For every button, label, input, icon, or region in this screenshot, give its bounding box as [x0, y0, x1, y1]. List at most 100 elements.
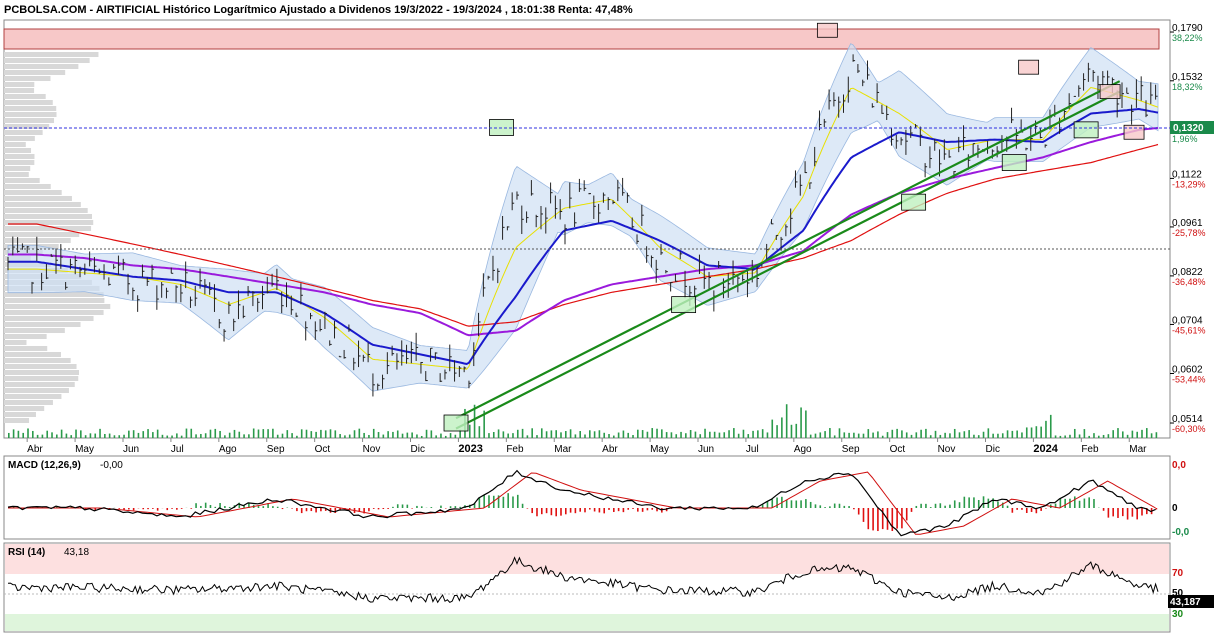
volume-bar: [1097, 435, 1100, 438]
volume-bar: [886, 432, 889, 438]
macd-histogram-bar: [396, 504, 399, 508]
macd-histogram-bar: [459, 506, 461, 508]
volume-bar: [444, 435, 447, 438]
macd-histogram-bar: [228, 506, 231, 508]
time-tick-label: Oct: [890, 444, 906, 455]
macd-histogram-bar: [1064, 498, 1066, 508]
macd-histogram-bar: [1021, 508, 1023, 510]
volume-bar: [190, 428, 193, 438]
volume-bar: [1059, 435, 1062, 438]
time-tick-label: Dic: [411, 444, 425, 455]
macd-histogram-bar: [1025, 508, 1028, 514]
macd-histogram-bar: [853, 508, 855, 510]
volume-bar: [238, 431, 241, 438]
macd-histogram-bar: [1126, 508, 1129, 520]
macd-histogram-bar: [622, 508, 625, 513]
current-price-label: 0,1320: [1173, 123, 1204, 134]
time-tick-label: 2023: [458, 443, 482, 455]
macd-histogram-bar: [1083, 498, 1086, 508]
macd-title: MACD (12,26,9): [8, 460, 81, 471]
profile-bar: [4, 76, 51, 81]
macd-histogram-bar: [392, 506, 394, 508]
profile-bar: [4, 106, 57, 111]
macd-histogram-bar: [809, 501, 812, 508]
time-tick-label: May: [650, 444, 669, 455]
volume-bar: [656, 428, 658, 438]
profile-bar: [4, 184, 51, 189]
profile-bar: [4, 394, 62, 399]
macd-histogram-bar: [877, 508, 879, 532]
macd-histogram-bar: [584, 508, 586, 513]
macd-histogram-bar: [483, 495, 485, 508]
macd-histogram-bar: [800, 500, 802, 508]
volume-bar: [925, 428, 927, 438]
macd-histogram-bar: [320, 508, 322, 512]
volume-bar: [291, 433, 293, 438]
volume-bar: [70, 435, 73, 438]
volume-bar: [848, 432, 850, 438]
macd-axis: 0,0 0 -0,0: [1172, 460, 1190, 538]
volume-bar: [689, 429, 692, 438]
volume-bar: [862, 433, 865, 438]
profile-bar: [4, 400, 53, 405]
volume-bar: [219, 430, 221, 438]
volume-bar: [805, 410, 807, 438]
volume-bar: [958, 432, 961, 438]
macd-value: -0,00: [100, 460, 123, 471]
macd-histogram-bar: [829, 506, 831, 508]
volume-bar: [22, 432, 25, 438]
volume-bar: [377, 432, 380, 438]
volume-bar: [392, 431, 394, 438]
volume-bar: [272, 428, 274, 438]
profile-bar: [4, 418, 30, 423]
volume-bar: [713, 431, 716, 438]
macd-histogram-bar: [521, 503, 524, 508]
support-box: [901, 193, 927, 211]
profile-bar: [4, 310, 104, 315]
volume-bar: [161, 434, 164, 438]
macd-histogram-bar: [310, 508, 313, 512]
time-tick-label: May: [75, 444, 94, 455]
volume-bar: [661, 429, 663, 438]
macd-histogram-bar: [973, 497, 975, 508]
volume-bar: [512, 433, 514, 438]
volume-bar: [334, 430, 337, 438]
support-box: [443, 414, 469, 432]
volume-bar: [819, 432, 822, 438]
profile-bar: [4, 328, 65, 333]
time-tick-label: Nov: [363, 444, 381, 455]
volume-bar: [516, 429, 519, 438]
profile-bar: [4, 100, 53, 105]
macd-histogram-bar: [867, 508, 870, 530]
time-tick-label: Feb: [1081, 444, 1099, 455]
volume-bar: [267, 429, 269, 438]
volume-bar: [550, 430, 553, 438]
volume-bar: [372, 428, 375, 438]
volume-bar: [829, 428, 831, 438]
profile-bar: [4, 64, 79, 69]
volume-bar: [176, 433, 178, 438]
volume-bar: [305, 429, 308, 438]
volume-bar: [51, 432, 53, 438]
volume-bar: [449, 433, 452, 438]
time-axis: Abr May Jun Jul Ago Sep Oct Nov Dic 2023 Feb Mar Abr…: [26, 438, 1147, 455]
volume-bar: [1150, 433, 1153, 438]
volume-bar: [296, 435, 298, 438]
volume-bar: [824, 431, 826, 438]
volume-bar: [46, 430, 49, 438]
macd-histogram-bar: [531, 508, 533, 514]
volume-bar: [1083, 429, 1086, 438]
time-tick-label: Dic: [986, 444, 1000, 455]
rsi-value: 43,18: [64, 547, 89, 558]
volume-bar: [997, 433, 999, 438]
macd-histogram-bar: [536, 508, 538, 517]
volume-bar: [430, 430, 433, 438]
volume-bar: [589, 430, 591, 438]
macd-histogram-bar: [1131, 508, 1134, 517]
volume-bar: [920, 429, 922, 438]
macd-histogram-bar: [195, 503, 197, 508]
macd-histogram-bar: [651, 508, 654, 510]
time-tick-label: Sep: [842, 444, 860, 455]
volume-bar: [540, 428, 543, 438]
volume-bar: [968, 430, 970, 438]
